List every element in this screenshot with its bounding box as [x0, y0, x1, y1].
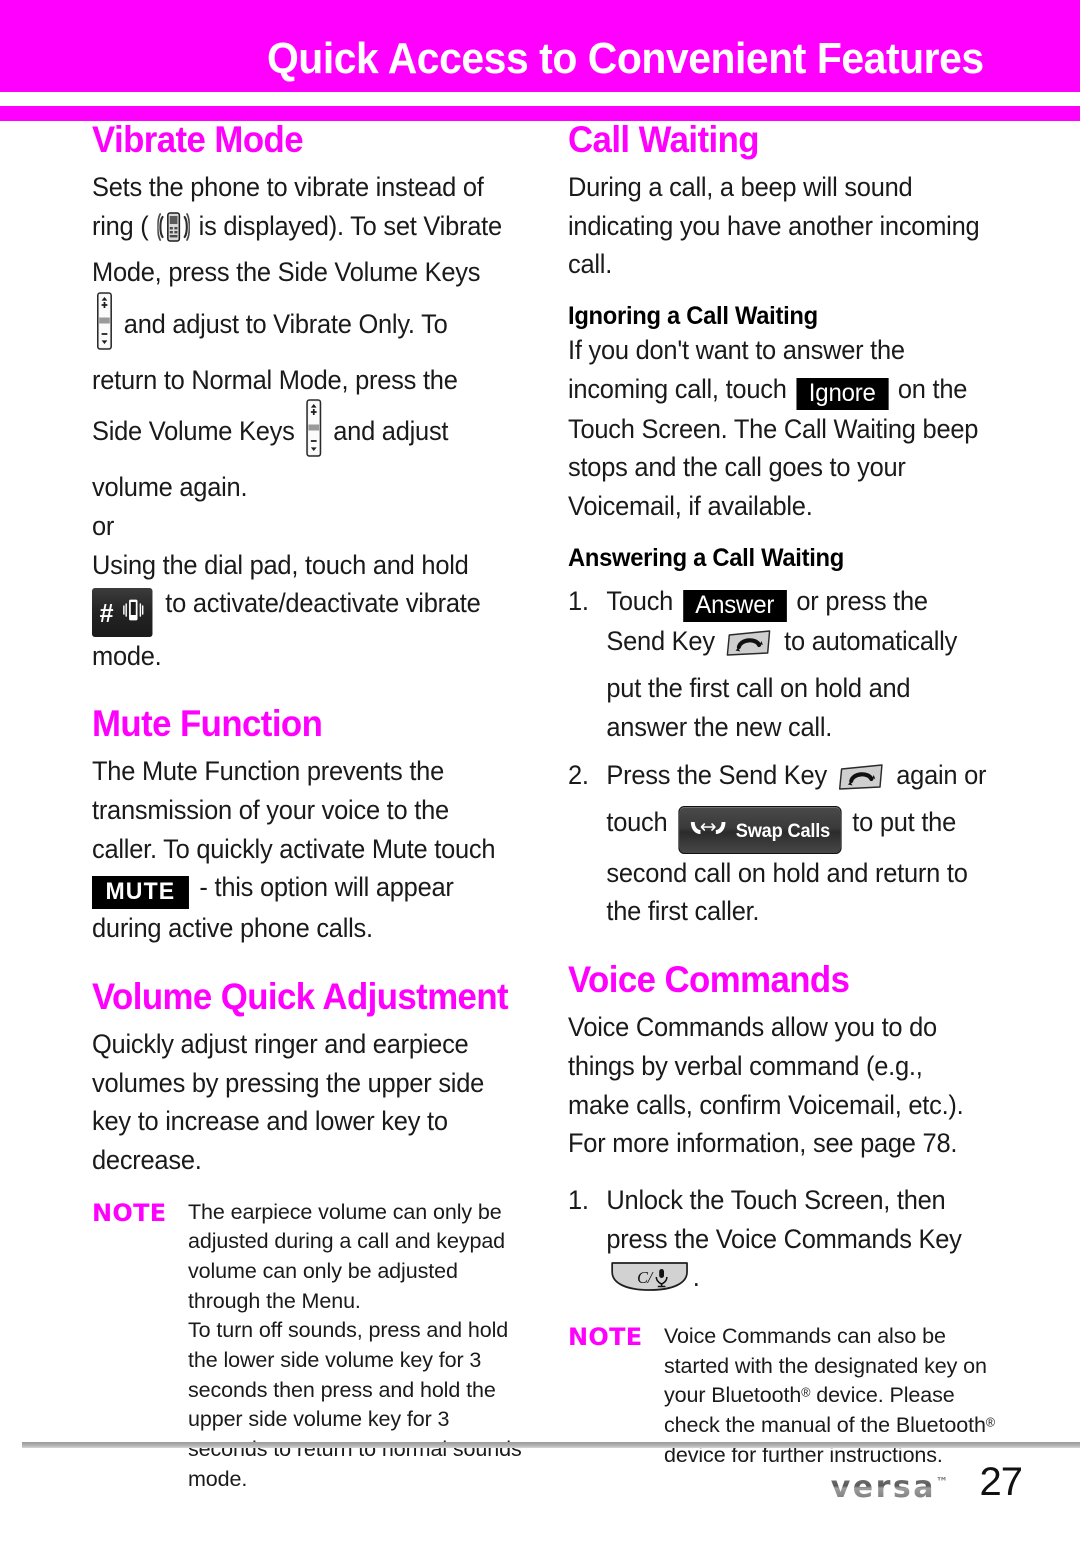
subsection-title-ignoring-a-call-waiting: Ignoring a Call Waiting	[568, 302, 818, 331]
subsection-title-answering-a-call-waiting: Answering a Call Waiting	[568, 543, 845, 572]
swap-calls-label: Swap Calls	[735, 821, 831, 843]
side-volume-rocker-key-icon	[95, 292, 114, 361]
text-run: Using the dial pad, touch and hold	[92, 549, 469, 580]
list-marker: 2.	[568, 760, 589, 791]
page-number: 27	[979, 1460, 1023, 1504]
text-run: Unlock the Touch Screen, then press the …	[606, 1184, 962, 1254]
trademark-glyph: ™	[936, 1475, 948, 1490]
list-item: 2. Press the Send Key again or touch Swa…	[568, 756, 990, 931]
page-content: Vibrate Mode Sets the phone to vibrate i…	[0, 121, 1080, 1491]
vibrate-glyph-icon	[122, 594, 145, 633]
page-footer: versa™ 27	[0, 1460, 1080, 1530]
answer-badge[interactable]: Answer	[682, 590, 787, 623]
note-paragraph: The earpiece volume can only be adjusted…	[188, 1199, 506, 1313]
mute-function-paragraph: The Mute Function prevents the transmiss…	[92, 752, 507, 948]
section-title-vibrate-mode: Vibrate Mode	[92, 119, 304, 160]
ignore-badge[interactable]: Ignore	[796, 377, 889, 410]
note-body: The earpiece volume can only be adjusted…	[188, 1198, 524, 1495]
list-item-body: Unlock the Touch Screen, then press the …	[606, 1181, 990, 1304]
vibrate-mode-dialpad-paragraph: Using the dial pad, touch and hold # to …	[92, 546, 507, 676]
list-item-body: Touch Answer or press the Send Key to au…	[606, 582, 990, 746]
versa-brand-logo: versa™	[831, 1470, 948, 1505]
swap-phones-icon	[688, 818, 728, 846]
send-key-icon	[725, 628, 773, 669]
swap-calls-button[interactable]: Swap Calls	[678, 806, 842, 854]
vibrating-phone-icon	[156, 211, 191, 254]
side-volume-rocker-key-icon	[304, 399, 323, 468]
section-title-voice-commands: Voice Commands	[568, 959, 850, 1001]
text-run: Press the Send Key	[606, 760, 834, 791]
mute-badge[interactable]: MUTE	[92, 876, 189, 910]
registered-mark: ®	[985, 1415, 995, 1430]
list-item: 1. Touch Answer or press the Send Key to…	[568, 582, 990, 746]
note-volume-quick-adjustment: NOTE The earpiece volume can only be adj…	[92, 1198, 524, 1495]
section-title-volume-quick-adjustment: Volume Quick Adjustment	[92, 975, 509, 1017]
vibrate-mode-paragraph: Sets the phone to vibrate instead of rin…	[92, 168, 507, 507]
list-item: 1. Unlock the Touch Screen, then press t…	[568, 1181, 990, 1304]
svg-text:C/: C/	[637, 1268, 654, 1287]
send-key-icon	[838, 762, 886, 803]
clear-voice-command-key-icon: C/	[608, 1259, 691, 1304]
text-run: The Mute Function prevents the transmiss…	[92, 756, 496, 864]
note-label: NOTE	[92, 1198, 167, 1227]
list-marker: 1.	[568, 1184, 589, 1215]
registered-mark: ®	[801, 1385, 811, 1400]
ignoring-call-waiting-paragraph: If you don't want to answer the incoming…	[568, 331, 990, 526]
text-run: Touch	[606, 586, 680, 617]
left-column: Vibrate Mode Sets the phone to vibrate i…	[92, 121, 524, 1494]
note-label: NOTE	[568, 1322, 643, 1351]
footer-divider	[22, 1442, 1080, 1448]
vibrate-mode-or-line: or	[92, 510, 115, 541]
list-marker: 1.	[568, 586, 589, 617]
section-title-mute-function: Mute Function	[92, 703, 323, 745]
hash-glyph: #	[99, 598, 114, 629]
call-waiting-paragraph: During a call, a beep will sound indicat…	[568, 172, 980, 280]
versa-wordmark: versa	[830, 1470, 936, 1505]
voice-commands-paragraph: Voice Commands allow you to do things by…	[568, 1012, 964, 1159]
page-title: Quick Access to Convenient Features	[267, 34, 984, 83]
text-run: .	[692, 1262, 700, 1293]
volume-quick-adjustment-paragraph: Quickly adjust ringer and earpiece volum…	[92, 1028, 485, 1175]
list-item-body: Press the Send Key again or touch Swap C…	[606, 756, 990, 931]
section-title-call-waiting: Call Waiting	[568, 119, 760, 160]
dialpad-hash-vibrate-key[interactable]: #	[92, 588, 153, 637]
right-column: Call Waiting During a call, a beep will …	[568, 121, 1008, 1470]
